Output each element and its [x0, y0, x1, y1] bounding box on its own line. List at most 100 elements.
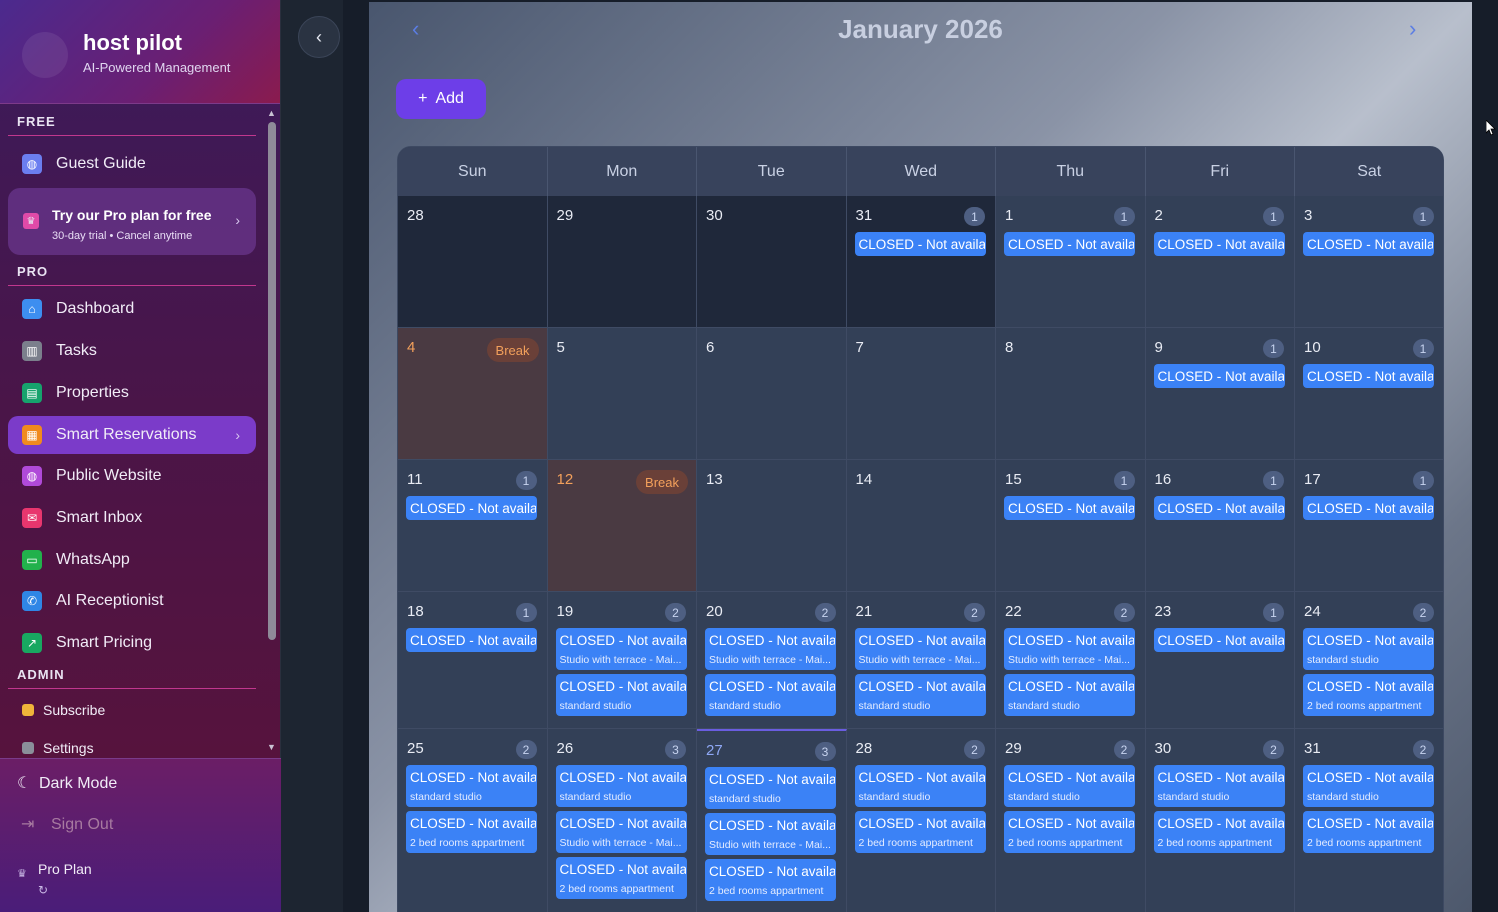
calendar-day-cell[interactable]: 21 2 CLOSED - Not availa Studio with terrac… — [846, 592, 996, 729]
reservation-event[interactable]: CLOSED - Not availa — [1303, 232, 1434, 256]
reservation-event[interactable]: CLOSED - Not availa 2 bed rooms appartmen… — [1004, 811, 1135, 853]
reservation-event[interactable]: CLOSED - Not availa standard studio — [555, 765, 687, 807]
calendar-day-cell[interactable]: 22 2 CLOSED - Not availa Studio with terrac… — [996, 592, 1146, 729]
sidebar-item-ai-receptionist[interactable]: ✆ AI Receptionist — [8, 582, 256, 620]
next-month-button[interactable]: › — [1409, 16, 1416, 42]
reservation-event[interactable]: CLOSED - Not availa — [1153, 496, 1285, 520]
calendar-day-cell[interactable]: 24 2 CLOSED - Not availa standard studio CLO… — [1295, 592, 1443, 729]
sidebar-item-tasks[interactable]: ▥ Tasks — [8, 332, 256, 370]
reservation-event[interactable]: CLOSED - Not availa standard studio — [1004, 765, 1135, 807]
calendar-day-cell[interactable]: 28 — [398, 196, 548, 328]
reservation-event[interactable]: CLOSED - Not availa standard studio — [1153, 765, 1285, 807]
pro-trial-promo[interactable]: ♛ Try our Pro plan for free 30-day trial… — [8, 188, 256, 255]
scroll-down-icon[interactable]: ▼ — [267, 742, 276, 752]
reservation-event[interactable]: CLOSED - Not availa standard studio — [555, 674, 687, 716]
calendar-day-cell[interactable]: 31 2 CLOSED - Not availa standard studio CLO… — [1295, 729, 1443, 912]
reservation-event[interactable]: CLOSED - Not availa Studio with terrace -… — [705, 628, 836, 670]
calendar-day-cell[interactable]: 29 — [547, 196, 697, 328]
reservation-event[interactable]: CLOSED - Not availa standard studio — [1303, 765, 1434, 807]
calendar-day-cell[interactable]: 12 Break — [547, 460, 697, 592]
calendar-day-cell[interactable]: 18 1 CLOSED - Not availa — [398, 592, 548, 729]
calendar-day-cell[interactable]: 10 1 CLOSED - Not availa — [1295, 328, 1443, 460]
reservation-event[interactable]: CLOSED - Not availa Studio with terrace -… — [555, 811, 687, 853]
calendar-day-cell[interactable]: 6 — [697, 328, 847, 460]
calendar-day-cell[interactable]: 4 Break — [398, 328, 548, 460]
calendar-day-cell[interactable]: 13 — [697, 460, 847, 592]
sidebar-item-smart-reservations[interactable]: ▦ Smart Reservations › — [8, 416, 256, 454]
sidebar-item-smart-inbox[interactable]: ✉ Smart Inbox — [8, 499, 256, 537]
calendar-day-cell[interactable]: 30 — [697, 196, 847, 328]
reservation-event[interactable]: CLOSED - Not availa Studio with terrace -… — [854, 628, 986, 670]
sign-out-button[interactable]: ⇥ Sign Out — [21, 814, 113, 834]
calendar-day-cell[interactable]: 14 — [846, 460, 996, 592]
calendar-day-cell[interactable]: 25 2 CLOSED - Not availa standard studio CLO… — [398, 729, 548, 912]
reservation-event[interactable]: CLOSED - Not availa standard studio — [854, 765, 986, 807]
reservation-event[interactable]: CLOSED - Not availa — [1303, 364, 1434, 388]
sidebar-scrollbar[interactable]: ▲ ▼ — [266, 106, 278, 756]
calendar-day-cell[interactable]: 16 1 CLOSED - Not availa — [1145, 460, 1295, 592]
event-subtitle: 2 bed rooms appartment — [1307, 837, 1422, 849]
calendar-day-cell[interactable]: 1 1 CLOSED - Not availa — [996, 196, 1146, 328]
reservation-event[interactable]: CLOSED - Not availa Studio with terrace -… — [705, 813, 836, 855]
reservation-event[interactable]: CLOSED - Not availa standard studio — [854, 674, 986, 716]
reservation-event[interactable]: CLOSED - Not availa 2 bed rooms appartmen… — [705, 859, 836, 901]
reservation-event[interactable]: CLOSED - Not availa 2 bed rooms appartmen… — [854, 811, 986, 853]
dark-mode-toggle[interactable]: ☾ Dark Mode — [17, 773, 117, 793]
reservation-event[interactable]: CLOSED - Not availa — [1004, 232, 1135, 256]
add-button[interactable]: + Add — [396, 79, 486, 119]
sidebar-item-dashboard[interactable]: ⌂ Dashboard — [8, 290, 256, 328]
reservation-event[interactable]: CLOSED - Not availa 2 bed rooms appartmen… — [1303, 811, 1434, 853]
reservation-event[interactable]: CLOSED - Not availa — [406, 496, 537, 520]
calendar-day-cell[interactable]: 29 2 CLOSED - Not availa standard studio CLO… — [996, 729, 1146, 912]
reservation-event[interactable]: CLOSED - Not availa — [1153, 364, 1285, 388]
calendar-day-cell[interactable]: 28 2 CLOSED - Not availa standard studio CLO… — [846, 729, 996, 912]
reservation-event[interactable]: CLOSED - Not availa standard studio — [705, 767, 836, 809]
reservation-event[interactable]: CLOSED - Not availa — [1303, 496, 1434, 520]
calendar-day-cell[interactable]: 30 2 CLOSED - Not availa standard studio CLO… — [1145, 729, 1295, 912]
reservation-event[interactable]: CLOSED - Not availa — [406, 628, 537, 652]
reservation-event[interactable]: CLOSED - Not availa — [854, 232, 986, 256]
calendar-day-cell[interactable]: 3 1 CLOSED - Not availa — [1295, 196, 1443, 328]
refresh-icon[interactable]: ↻ — [38, 883, 48, 897]
event-subtitle: 2 bed rooms appartment — [1307, 700, 1422, 712]
reservation-event[interactable]: CLOSED - Not availa standard studio — [1004, 674, 1135, 716]
sidebar-item-properties[interactable]: ▤ Properties — [8, 374, 256, 412]
calendar-day-cell[interactable]: 27 3 CLOSED - Not availa standard studio CLO… — [697, 729, 847, 912]
event-count-badge: 2 — [515, 740, 537, 759]
reservation-event[interactable]: CLOSED - Not availa — [1153, 628, 1285, 652]
reservation-event[interactable]: CLOSED - Not availa standard studio — [1303, 628, 1434, 670]
calendar-day-cell[interactable]: 20 2 CLOSED - Not availa Studio with terrac… — [697, 592, 847, 729]
sidebar-item-subscribe[interactable]: Subscribe — [8, 696, 256, 724]
reservation-event[interactable]: CLOSED - Not availa standard studio — [705, 674, 836, 716]
calendar-day-cell[interactable]: 2 1 CLOSED - Not availa — [1145, 196, 1295, 328]
calendar-day-cell[interactable]: 9 1 CLOSED - Not availa — [1145, 328, 1295, 460]
reservation-event[interactable]: CLOSED - Not availa 2 bed rooms appartmen… — [1153, 811, 1285, 853]
calendar-day-cell[interactable]: 8 — [996, 328, 1146, 460]
calendar-day-cell[interactable]: 23 1 CLOSED - Not availa — [1145, 592, 1295, 729]
sidebar-item-public-website[interactable]: ◍ Public Website — [8, 457, 256, 495]
reservation-event[interactable]: CLOSED - Not availa — [1004, 496, 1135, 520]
sidebar-item-settings[interactable]: Settings — [8, 734, 256, 758]
reservation-event[interactable]: CLOSED - Not availa 2 bed rooms appartmen… — [1303, 674, 1434, 716]
collapse-sidebar-button[interactable]: ‹ — [298, 16, 340, 58]
calendar-day-cell[interactable]: 19 2 CLOSED - Not availa Studio with terrac… — [547, 592, 697, 729]
reservation-event[interactable]: CLOSED - Not availa — [1153, 232, 1285, 256]
scrollbar-thumb[interactable] — [268, 122, 276, 640]
sidebar-item-guest-guide[interactable]: ◍ Guest Guide — [8, 145, 256, 183]
calendar-day-cell[interactable]: 11 1 CLOSED - Not availa — [398, 460, 548, 592]
sidebar-item-smart-pricing[interactable]: ↗ Smart Pricing — [8, 624, 256, 662]
scroll-up-icon[interactable]: ▲ — [267, 108, 276, 118]
reservation-event[interactable]: CLOSED - Not availa Studio with terrace -… — [555, 628, 687, 670]
calendar-day-cell[interactable]: 15 1 CLOSED - Not availa — [996, 460, 1146, 592]
calendar-day-cell[interactable]: 5 — [547, 328, 697, 460]
reservation-event[interactable]: CLOSED - Not availa Studio with terrace -… — [1004, 628, 1135, 670]
sidebar-item-whatsapp[interactable]: ▭ WhatsApp — [8, 541, 256, 579]
calendar-day-cell[interactable]: 7 — [846, 328, 996, 460]
calendar-day-cell[interactable]: 17 1 CLOSED - Not availa — [1295, 460, 1443, 592]
calendar-day-cell[interactable]: 31 1 CLOSED - Not availa — [846, 196, 996, 328]
reservation-event[interactable]: CLOSED - Not availa 2 bed rooms appartmen… — [406, 811, 537, 853]
day-number: 29 — [1005, 740, 1022, 757]
reservation-event[interactable]: CLOSED - Not availa 2 bed rooms appartmen… — [555, 857, 687, 899]
reservation-event[interactable]: CLOSED - Not availa standard studio — [406, 765, 537, 807]
calendar-day-cell[interactable]: 26 3 CLOSED - Not availa standard studio CLO… — [547, 729, 697, 912]
